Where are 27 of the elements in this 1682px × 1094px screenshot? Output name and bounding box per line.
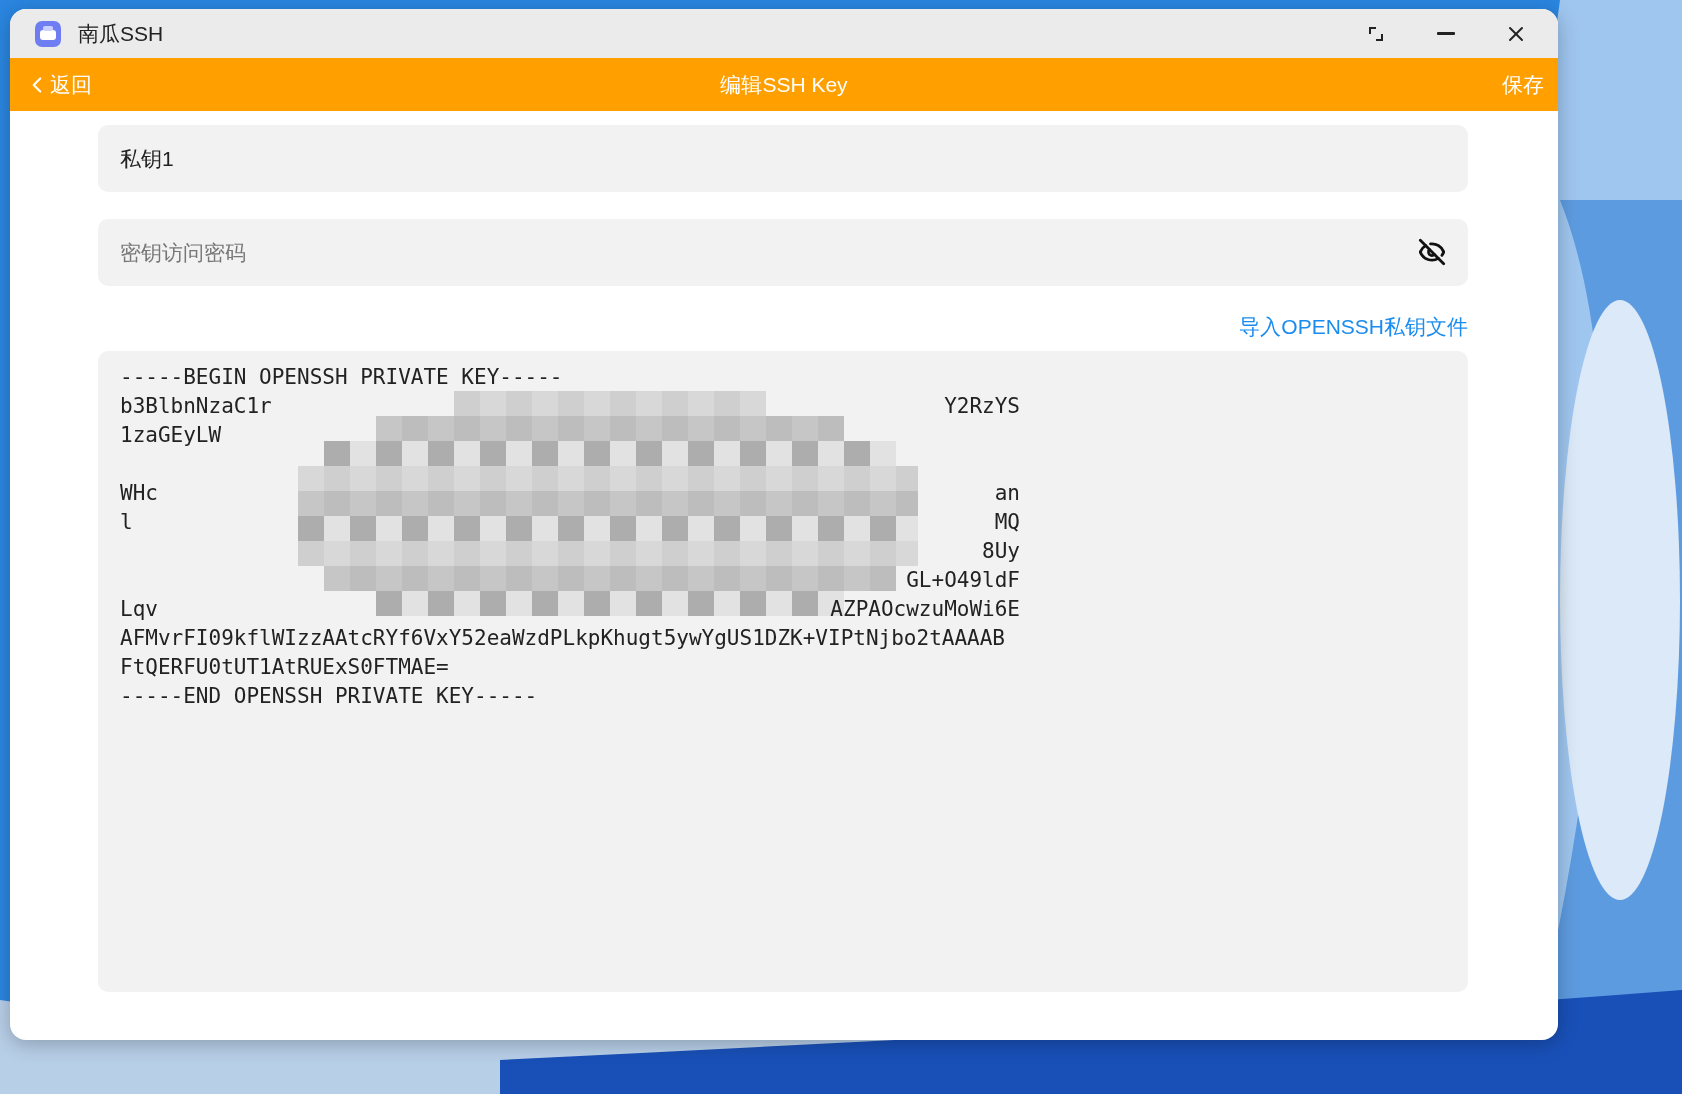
key-text: 1zaGEyLW	[120, 422, 222, 449]
key-text: Y2RzYS	[944, 393, 1020, 420]
page-title: 编辑SSH Key	[719, 71, 849, 98]
private-key-field[interactable]	[98, 351, 1468, 992]
key-text: GL+O49ldF	[906, 567, 1020, 594]
window-title: 南瓜SSH	[78, 20, 165, 47]
minimize-icon	[1437, 32, 1455, 35]
key-text: WHc	[120, 480, 158, 507]
key-text: Lqv	[120, 596, 158, 623]
key-text: b3BlbnNzaC1r	[120, 393, 272, 420]
app-icon	[34, 19, 62, 48]
restore-icon	[1367, 24, 1385, 43]
key-text: 8Uy	[982, 538, 1020, 565]
key-text: AFMvrFI09kflWIzzAAtcRYf6VxY52eaWzdPLkpKhugt5ywYgUS1DZK+VIPtNjbo2tAAAAB	[120, 625, 1005, 652]
key-text: an	[994, 480, 1020, 507]
import-key-link[interactable]: 导入OPENSSH私钥文件	[1239, 313, 1468, 341]
key-text: -----BEGIN OPENSSH PRIVATE KEY-----	[120, 364, 563, 391]
key-text: AZPAOcwzuMoWi6E	[830, 596, 1020, 623]
key-text: -----END OPENSSH PRIVATE KEY-----	[120, 683, 538, 710]
key-name-field[interactable]: 私钥1	[98, 125, 1468, 192]
key-text: MQ	[994, 509, 1020, 536]
password-field[interactable]: 密钥访问密码	[98, 219, 1468, 286]
back-button[interactable]: 返回	[24, 70, 174, 99]
eye-off-icon[interactable]	[1418, 238, 1446, 266]
save-button[interactable]: 保存	[1394, 70, 1544, 99]
key-text: l	[120, 509, 133, 536]
key-text: FtQERFU0tUT1AtRUExS0FTMAE=	[120, 654, 449, 681]
